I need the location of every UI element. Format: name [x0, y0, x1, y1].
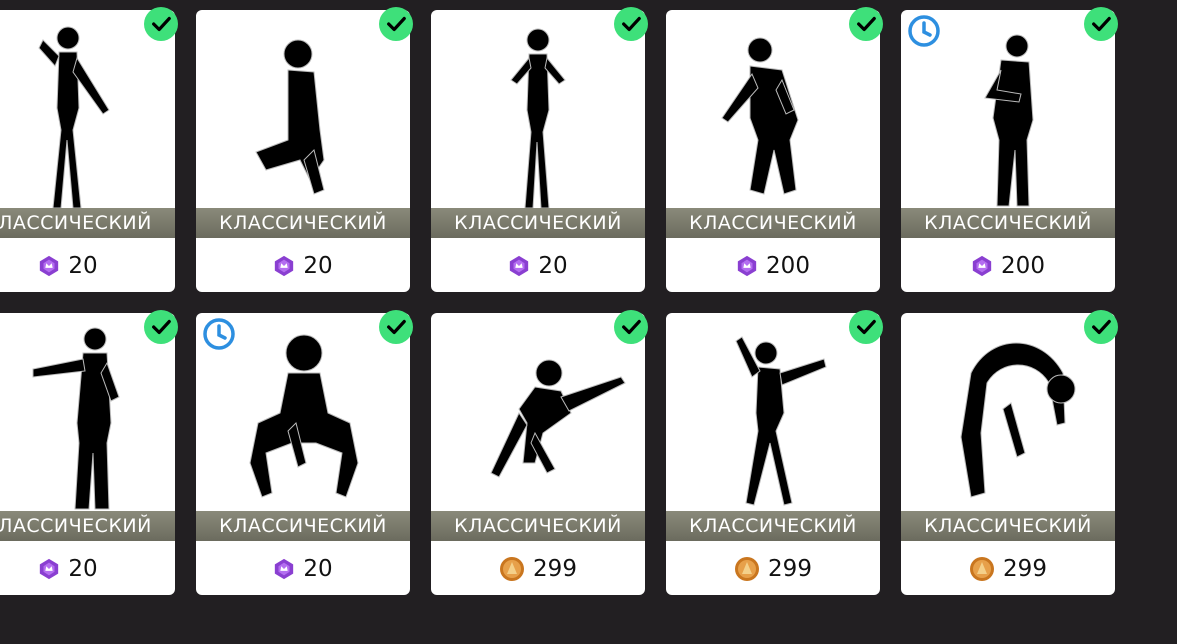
- price-tag: 20: [196, 549, 410, 589]
- gem-currency-icon: [273, 255, 295, 277]
- dance-card[interactable]: КЛАССИЧЕСКИЙ 200: [666, 7, 883, 292]
- dance-pose-image: [666, 10, 880, 208]
- dance-card[interactable]: КЛАССИЧЕСКИЙ 20: [431, 7, 648, 292]
- price-value: 200: [1001, 253, 1045, 279]
- checkmark-icon: [849, 7, 883, 41]
- price-value: 20: [538, 253, 568, 279]
- price-value: 20: [68, 253, 98, 279]
- price-tag: 20: [0, 246, 175, 286]
- dance-category-label: КЛАССИЧЕСКИЙ: [196, 511, 410, 541]
- dance-category-label: КЛАССИЧЕСКИЙ: [431, 511, 645, 541]
- checkmark-icon: [144, 7, 178, 41]
- checkmark-icon: [614, 7, 648, 41]
- price-value: 299: [1003, 556, 1047, 582]
- price-value: 299: [533, 556, 577, 582]
- checkmark-icon: [849, 310, 883, 344]
- dance-category-label: КЛАССИЧЕСКИЙ: [431, 208, 645, 238]
- gem-currency-icon: [38, 558, 60, 580]
- dance-category-label: КЛАССИЧЕСКИЙ: [901, 208, 1115, 238]
- gem-currency-icon: [273, 558, 295, 580]
- checkmark-icon: [379, 310, 413, 344]
- price-tag: 200: [666, 246, 880, 286]
- coin-currency-icon: [969, 556, 995, 582]
- dance-card-grid: КЛАССИЧЕСКИЙ 20 КЛАССИЧЕСКИЙ 20 КЛАССИЧЕСКИЙ…: [0, 0, 1177, 644]
- dance-card[interactable]: КЛАССИЧЕСКИЙ 299: [901, 310, 1118, 595]
- coin-currency-icon: [734, 556, 760, 582]
- dance-category-label: КЛАССИЧЕСКИЙ: [0, 208, 175, 238]
- price-value: 20: [303, 556, 333, 582]
- price-tag: 20: [431, 246, 645, 286]
- checkmark-icon: [614, 310, 648, 344]
- dance-card[interactable]: КЛАССИЧЕСКИЙ 299: [431, 310, 648, 595]
- dance-card[interactable]: КЛАССИЧЕСКИЙ 20: [196, 310, 413, 595]
- dance-category-label: КЛАССИЧЕСКИЙ: [196, 208, 410, 238]
- dance-pose-image: [666, 313, 880, 511]
- checkmark-icon: [144, 310, 178, 344]
- clock-icon: [907, 14, 941, 48]
- price-tag: 299: [901, 549, 1115, 589]
- dance-pose-image: [0, 10, 175, 208]
- clock-icon: [202, 317, 236, 351]
- price-value: 200: [766, 253, 810, 279]
- coin-currency-icon: [499, 556, 525, 582]
- dance-category-label: КЛАССИЧЕСКИЙ: [666, 511, 880, 541]
- gem-currency-icon: [736, 255, 758, 277]
- gem-currency-icon: [971, 255, 993, 277]
- dance-pose-image: [196, 10, 410, 208]
- checkmark-icon: [1084, 310, 1118, 344]
- dance-card[interactable]: КЛАССИЧЕСКИЙ 200: [901, 7, 1118, 292]
- dance-category-label: КЛАССИЧЕСКИЙ: [901, 511, 1115, 541]
- price-value: 20: [68, 556, 98, 582]
- dance-pose-image: [431, 313, 645, 511]
- dance-category-label: КЛАССИЧЕСКИЙ: [666, 208, 880, 238]
- dance-pose-image: [431, 10, 645, 208]
- checkmark-icon: [379, 7, 413, 41]
- gem-currency-icon: [38, 255, 60, 277]
- dance-card[interactable]: КЛАССИЧЕСКИЙ 299: [666, 310, 883, 595]
- dance-pose-image: [0, 313, 175, 511]
- price-tag: 299: [431, 549, 645, 589]
- checkmark-icon: [1084, 7, 1118, 41]
- dance-card[interactable]: КЛАССИЧЕСКИЙ 20: [0, 310, 178, 595]
- gem-currency-icon: [508, 255, 530, 277]
- price-value: 20: [303, 253, 333, 279]
- dance-category-label: КЛАССИЧЕСКИЙ: [0, 511, 175, 541]
- price-tag: 299: [666, 549, 880, 589]
- price-value: 299: [768, 556, 812, 582]
- dance-card[interactable]: КЛАССИЧЕСКИЙ 20: [0, 7, 178, 292]
- dance-card[interactable]: КЛАССИЧЕСКИЙ 20: [196, 7, 413, 292]
- price-tag: 20: [196, 246, 410, 286]
- price-tag: 200: [901, 246, 1115, 286]
- dance-pose-image: [901, 313, 1115, 511]
- price-tag: 20: [0, 549, 175, 589]
